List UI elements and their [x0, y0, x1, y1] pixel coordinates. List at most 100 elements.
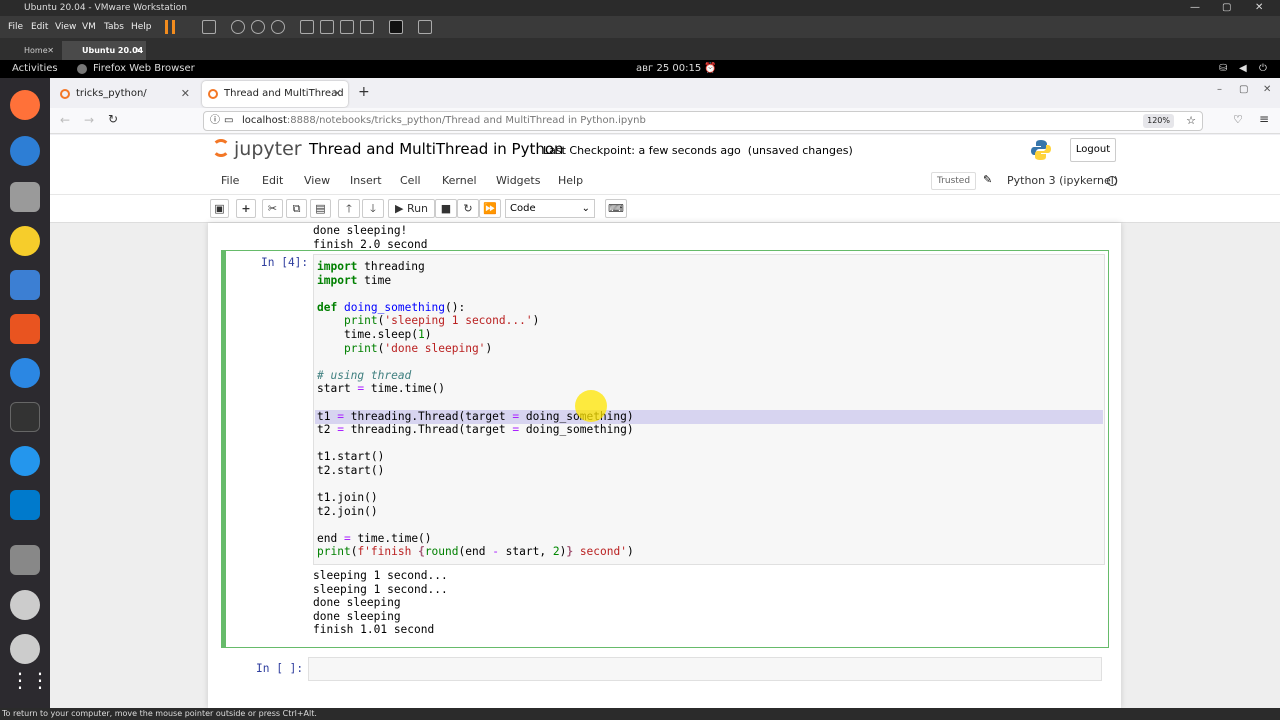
- output-line: finish 1.01 second: [313, 623, 435, 637]
- move-up-icon[interactable]: 🡑: [338, 199, 360, 218]
- pocket-icon[interactable]: ♡: [1233, 113, 1243, 126]
- fullscreen-icon[interactable]: [340, 20, 354, 34]
- snapshot-manager-icon[interactable]: [271, 20, 285, 34]
- send-keys-icon[interactable]: [202, 20, 216, 34]
- thunderbird-icon[interactable]: [10, 136, 40, 166]
- close-window-icon[interactable]: ✕: [1263, 84, 1271, 95]
- help-icon[interactable]: [10, 358, 40, 388]
- stop-icon[interactable]: ■: [435, 199, 457, 218]
- pause-icon[interactable]: [165, 20, 175, 34]
- docker-icon[interactable]: [10, 446, 40, 476]
- forward-icon[interactable]: →: [84, 113, 94, 127]
- firefox-tabbar: tricks_python/ ✕ Thread and MultiThread …: [50, 78, 1280, 108]
- menu-edit[interactable]: Edit: [262, 174, 283, 187]
- move-down-icon[interactable]: 🡓: [362, 199, 384, 218]
- close-icon[interactable]: ✕: [1255, 0, 1263, 16]
- vm-menu-tabs[interactable]: Tabs: [104, 22, 124, 32]
- minimize-icon[interactable]: —: [1190, 0, 1200, 16]
- minimize-icon[interactable]: –: [1217, 84, 1222, 95]
- show-apps-icon[interactable]: ⋮⋮⋮: [10, 668, 70, 692]
- stretch-icon[interactable]: [418, 20, 432, 34]
- vm-menu-edit[interactable]: Edit: [31, 22, 48, 32]
- code-editor-empty[interactable]: [308, 657, 1102, 681]
- sidebar-toggle-icon[interactable]: [300, 20, 314, 34]
- libreoffice-writer-icon[interactable]: [10, 270, 40, 300]
- activities-button[interactable]: Activities: [12, 60, 58, 78]
- terminal-icon[interactable]: [10, 402, 40, 432]
- jupyter-favicon-icon: [208, 89, 218, 99]
- rhythmbox-icon[interactable]: [10, 226, 40, 256]
- unity-icon[interactable]: [360, 20, 374, 34]
- vm-menu-help[interactable]: Help: [131, 22, 152, 32]
- trusted-badge[interactable]: Trusted: [931, 172, 977, 190]
- zoom-level[interactable]: 120%: [1143, 114, 1174, 128]
- code-cell-empty[interactable]: In [ ]:: [221, 655, 1109, 685]
- vscode-icon[interactable]: [10, 490, 40, 520]
- code-cell-selected[interactable]: In [4]: import threading import time def…: [221, 250, 1109, 648]
- keyboard-icon[interactable]: ⌨: [605, 199, 627, 218]
- menu-cell[interactable]: Cell: [400, 174, 421, 187]
- url-bar[interactable]: ⓘ ▭ localhost:8888/notebooks/tricks_pyth…: [203, 111, 1203, 131]
- page-icon[interactable]: ▭: [224, 112, 233, 130]
- menu-icon[interactable]: ≡: [1259, 112, 1269, 126]
- info-icon[interactable]: ⓘ: [210, 112, 220, 130]
- cdrom-icon-2[interactable]: [10, 634, 40, 664]
- bookmark-star-icon[interactable]: ☆: [1186, 112, 1196, 130]
- cut-icon[interactable]: ✂: [262, 199, 283, 218]
- tab-ubuntu[interactable]: Ubuntu 20.04 ✕: [62, 41, 146, 60]
- network-icon[interactable]: ⛁: [1219, 60, 1227, 78]
- tab-notebook[interactable]: Thread and MultiThread ✕: [202, 81, 348, 107]
- jupyter-toolbar: ▣ + ✂ ⧉ ▤ 🡑 🡓 ▶ Run ■ ↻ ⏩ Code ⌄ ⌨: [50, 195, 1280, 223]
- volume-icon[interactable]: ◀: [1239, 60, 1247, 78]
- insert-cell-icon[interactable]: +: [236, 199, 256, 218]
- pencil-icon[interactable]: ✎: [983, 173, 992, 186]
- software-center-icon[interactable]: [10, 314, 40, 344]
- copy-icon[interactable]: ⧉: [286, 199, 307, 218]
- restore-icon[interactable]: ▢: [1239, 84, 1248, 95]
- back-icon[interactable]: ←: [60, 113, 70, 127]
- new-tab-icon[interactable]: +: [358, 84, 370, 100]
- vm-menu-vm[interactable]: VM: [82, 22, 96, 32]
- restart-run-all-icon[interactable]: ⏩: [479, 199, 501, 218]
- vm-menu-view[interactable]: View: [55, 22, 76, 32]
- close-icon[interactable]: ✕: [135, 41, 142, 60]
- menu-insert[interactable]: Insert: [350, 174, 382, 187]
- menu-file[interactable]: File: [221, 174, 239, 187]
- menu-help[interactable]: Help: [558, 174, 583, 187]
- maximize-icon[interactable]: ▢: [1222, 0, 1231, 16]
- cdrom-icon[interactable]: [10, 590, 40, 620]
- menu-widgets[interactable]: Widgets: [496, 174, 540, 187]
- paste-icon[interactable]: ▤: [310, 199, 331, 218]
- restart-icon[interactable]: ↻: [457, 199, 479, 218]
- tab-tricks-python[interactable]: tricks_python/ ✕: [54, 81, 196, 107]
- menu-view[interactable]: View: [304, 174, 330, 187]
- revert-snapshot-icon[interactable]: [251, 20, 265, 34]
- jupyter-logo[interactable]: jupyter: [212, 138, 302, 160]
- reload-icon[interactable]: ↻: [108, 112, 118, 126]
- python-logo-icon: [1031, 140, 1051, 160]
- thumbnail-icon[interactable]: [320, 20, 334, 34]
- logout-button[interactable]: Logout: [1070, 138, 1116, 162]
- menu-kernel[interactable]: Kernel: [442, 174, 477, 187]
- drive-icon[interactable]: [10, 545, 40, 575]
- vm-menu-file[interactable]: File: [8, 22, 23, 32]
- close-tab-icon[interactable]: ✕: [181, 81, 190, 107]
- close-tab-icon[interactable]: ✕: [333, 81, 342, 107]
- files-icon[interactable]: [10, 182, 40, 212]
- app-menu[interactable]: Firefox Web Browser: [93, 60, 195, 78]
- code-editor[interactable]: import threading import time def doing_s…: [313, 254, 1105, 565]
- close-icon[interactable]: ✕: [47, 41, 54, 60]
- cell-type-select[interactable]: Code ⌄: [505, 199, 595, 218]
- save-icon[interactable]: ▣: [210, 199, 229, 218]
- mouse-highlight: [575, 390, 607, 422]
- run-icon: ▶: [394, 202, 404, 215]
- notebook-title[interactable]: Thread and MultiThread in Python: [309, 140, 564, 158]
- kernel-name[interactable]: Python 3 (ipykernel): [1007, 174, 1118, 187]
- clock[interactable]: авг 25 00:15: [636, 60, 701, 78]
- tab-home[interactable]: Home ✕: [4, 41, 58, 60]
- console-icon[interactable]: [389, 20, 403, 34]
- power-icon[interactable]: ⏻: [1259, 60, 1267, 78]
- snapshot-icon[interactable]: [231, 20, 245, 34]
- run-button[interactable]: ▶ Run: [388, 199, 435, 218]
- firefox-icon[interactable]: [10, 90, 40, 120]
